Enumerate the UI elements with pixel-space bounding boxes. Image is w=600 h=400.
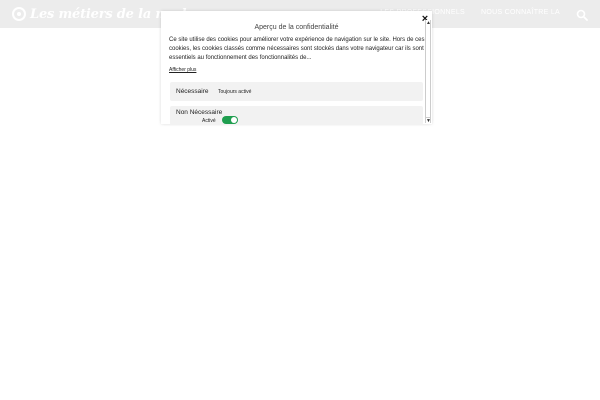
category-status: Toujours activé: [218, 89, 252, 95]
modal-scrollbar[interactable]: ▲ ▼: [425, 20, 431, 124]
modal-title: Aperçu de la confidentialité: [254, 24, 339, 31]
category-status: Activé: [202, 118, 216, 124]
privacy-overview-modal: × Aperçu de la confidentialité Ce site u…: [161, 11, 432, 125]
category-name: Non Nécessaire: [176, 109, 223, 116]
scroll-down-icon[interactable]: ▼: [426, 117, 431, 124]
cookie-category-non-necessary[interactable]: Non Nécessaire Activé: [170, 106, 423, 125]
cookie-category-necessary[interactable]: Nécessaire Toujours activé: [170, 82, 423, 101]
non-necessary-toggle[interactable]: [222, 116, 238, 124]
show-more-link[interactable]: Afficher plus: [169, 67, 196, 73]
modal-description: Ce site utilise des cookies pour amélior…: [169, 37, 425, 61]
scroll-up-icon[interactable]: ▲: [426, 20, 431, 26]
logo-mark-icon: [12, 7, 26, 21]
nav-item-nous-connaitre[interactable]: NOUS CONNAÎTRE LA: [481, 9, 560, 16]
scrollbar-thumb[interactable]: [426, 28, 430, 113]
category-name: Nécessaire: [176, 88, 209, 95]
search-icon[interactable]: [576, 8, 588, 21]
